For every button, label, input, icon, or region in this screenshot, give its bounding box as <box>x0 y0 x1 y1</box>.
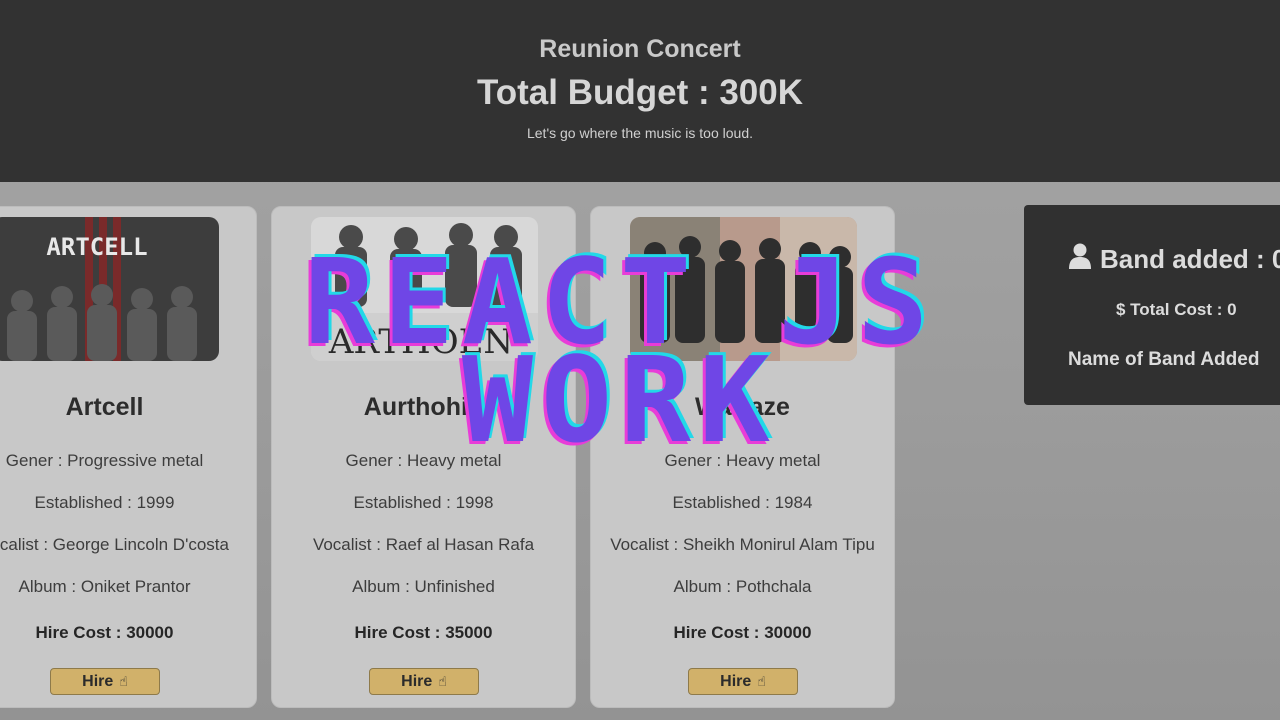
band-name: Warfaze <box>695 393 790 421</box>
band-genre: Gener : Progressive metal <box>5 451 204 470</box>
svg-text:ARTHOEN: ARTHOEN <box>328 322 513 361</box>
hire-button-label: Hire <box>82 672 114 690</box>
band-album: Album : Oniket Prantor <box>18 577 191 596</box>
band-vocalist: Vocalist : George Lincoln D'costa <box>0 535 229 554</box>
hand-pointer-icon: ☝ <box>119 673 128 689</box>
band-genre: Gener : Heavy metal <box>345 451 502 470</box>
total-budget: Total Budget : 300K <box>476 73 804 112</box>
band-name: Aurthohin <box>363 393 484 421</box>
page-header: Reunion Concert Total Budget : 300K Let'… <box>0 0 1280 182</box>
hire-cost: Hire Cost : 35000 <box>354 623 493 642</box>
hire-button[interactable]: Hire ☝ <box>369 668 479 695</box>
cart-summary: Band added : 0 $ Total Cost : 0 Name of … <box>1024 205 1280 405</box>
band-established: Established : 1999 <box>34 493 175 512</box>
band-name: Artcell <box>65 393 144 421</box>
band-photo <box>630 217 857 361</box>
band-added-count: Band added : 0 <box>1068 243 1280 276</box>
hire-button[interactable]: Hire ☝ <box>50 668 160 695</box>
band-card: ARTCELL Artcell Gener : Progressive meta… <box>0 206 257 708</box>
band-names-label: Name of Band Added <box>1068 349 1260 370</box>
band-established: Established : 1984 <box>672 493 813 512</box>
band-card: ARTHOEN Aurthohin Gener : Heavy metal Es… <box>271 206 576 708</box>
hire-button[interactable]: Hire ☝ <box>688 668 798 695</box>
band-card: Warfaze Gener : Heavy metal Established … <box>590 206 895 708</box>
band-album: Album : Pothchala <box>673 577 812 596</box>
hand-pointer-icon: ☝ <box>438 673 447 689</box>
tagline: Let's go where the music is too loud. <box>526 125 754 141</box>
band-album: Album : Unfinished <box>352 577 495 596</box>
band-established: Established : 1998 <box>353 493 494 512</box>
band-vocalist: Vocalist : Raef al Hasan Rafa <box>312 535 535 554</box>
svg-text:ARTCELL: ARTCELL <box>46 233 147 261</box>
hire-cost: Hire Cost : 30000 <box>35 623 174 642</box>
user-icon <box>1068 243 1092 276</box>
hire-button-label: Hire <box>720 672 752 690</box>
band-genre: Gener : Heavy metal <box>664 451 821 470</box>
hire-cost: Hire Cost : 30000 <box>673 623 812 642</box>
concert-title: Reunion Concert <box>539 35 741 63</box>
total-cost: $ Total Cost : 0 <box>1116 300 1237 319</box>
band-photo: ARTHOEN <box>311 217 538 361</box>
band-added-text: Band added : 0 <box>1100 244 1280 274</box>
hand-pointer-icon: ☝ <box>757 673 766 689</box>
band-photo: ARTCELL <box>0 217 219 361</box>
hire-button-label: Hire <box>401 672 433 690</box>
band-vocalist: Vocalist : Sheikh Monirul Alam Tipu <box>610 535 875 554</box>
